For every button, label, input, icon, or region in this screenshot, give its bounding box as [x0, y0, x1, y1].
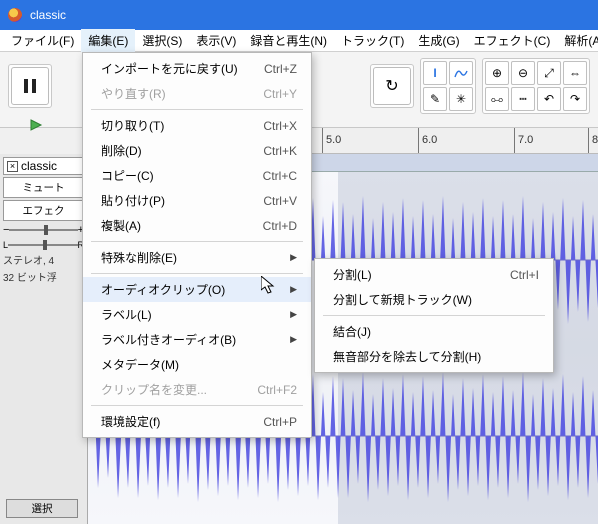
- menu-redo: やり直す(R)Ctrl+Y: [83, 81, 311, 106]
- menu-effect[interactable]: エフェクト(C): [467, 29, 558, 52]
- envelope-tool-icon[interactable]: [449, 61, 473, 85]
- menu-rename-clip: クリップ名を変更...Ctrl+F2: [83, 377, 311, 402]
- menu-file[interactable]: ファイル(F): [4, 29, 81, 52]
- zoom-out-icon[interactable]: ⊖: [511, 61, 535, 85]
- edit-menu-dropdown: インポートを元に戻す(U)Ctrl+Z やり直す(R)Ctrl+Y 切り取り(T…: [82, 52, 312, 438]
- menu-analyze[interactable]: 解析(A): [557, 29, 598, 52]
- menu-special-delete[interactable]: 特殊な削除(E)▶: [83, 245, 311, 270]
- tick-label: 7.0: [518, 134, 533, 146]
- submenu-split-new[interactable]: 分割して新規トラック(W): [315, 287, 553, 312]
- fit-project-icon[interactable]: ⇔: [563, 61, 587, 85]
- track-control-panel: × classic ミュート エフェク −+ LR ステレオ, 4 32 ビット…: [0, 154, 88, 524]
- gain-slider[interactable]: −+: [3, 224, 84, 236]
- silence-icon[interactable]: ┉: [511, 87, 535, 111]
- menu-duplicate[interactable]: 複製(A)Ctrl+D: [83, 213, 311, 238]
- close-track-icon[interactable]: ×: [7, 161, 18, 172]
- loop-group: ↻: [370, 64, 414, 108]
- menu-tracks[interactable]: トラック(T): [334, 29, 411, 52]
- menu-view[interactable]: 表示(V): [189, 29, 243, 52]
- menu-labels[interactable]: ラベル(L)▶: [83, 302, 311, 327]
- track-name: classic: [21, 159, 57, 173]
- menu-undo[interactable]: インポートを元に戻す(U)Ctrl+Z: [83, 56, 311, 81]
- fit-selection-icon[interactable]: ⤢: [537, 61, 561, 85]
- tick-label: 8.0: [592, 134, 598, 146]
- redo-icon[interactable]: ↷: [563, 87, 587, 111]
- select-button[interactable]: 選択: [6, 499, 78, 518]
- menu-generate[interactable]: 生成(G): [411, 29, 466, 52]
- title-bar: classic: [0, 0, 598, 30]
- audio-clip-submenu: 分割(L)Ctrl+I 分割して新規トラック(W) 結合(J) 無音部分を除去し…: [314, 258, 554, 373]
- menu-transport[interactable]: 録音と再生(N): [243, 29, 334, 52]
- submenu-detach-silence[interactable]: 無音部分を除去して分割(H): [315, 344, 553, 369]
- track-title-bar[interactable]: × classic: [3, 157, 84, 175]
- menu-copy[interactable]: コピー(C)Ctrl+C: [83, 163, 311, 188]
- menu-paste[interactable]: 貼り付け(P)Ctrl+V: [83, 188, 311, 213]
- track-format-line2: 32 ビット浮: [3, 272, 84, 285]
- transport-group: [8, 64, 52, 108]
- zoom-group: ⊕ ⊖ ⤢ ⇔ ⧟ ┉ ↶ ↷: [482, 58, 590, 114]
- trim-icon[interactable]: ⧟: [485, 87, 509, 111]
- menu-bar: ファイル(F) 編集(E) 選択(S) 表示(V) 録音と再生(N) トラック(…: [0, 30, 598, 52]
- mute-button[interactable]: ミュート: [3, 177, 84, 198]
- menu-select[interactable]: 選択(S): [135, 29, 189, 52]
- track-format-line1: ステレオ, 4: [3, 255, 84, 268]
- effects-button[interactable]: エフェク: [3, 200, 84, 221]
- submenu-join[interactable]: 結合(J): [315, 319, 553, 344]
- zoom-in-icon[interactable]: ⊕: [485, 61, 509, 85]
- pan-slider[interactable]: LR: [3, 239, 84, 251]
- tick-label: 6.0: [422, 134, 437, 146]
- selection-tool-icon[interactable]: I: [423, 61, 447, 85]
- multi-tool-icon[interactable]: ✳: [449, 87, 473, 111]
- draw-tool-icon[interactable]: ✎: [423, 87, 447, 111]
- pause-button[interactable]: [11, 67, 49, 105]
- menu-labeled-audio[interactable]: ラベル付きオーディオ(B)▶: [83, 327, 311, 352]
- menu-metadata[interactable]: メタデータ(M): [83, 352, 311, 377]
- loop-button[interactable]: ↻: [373, 67, 411, 105]
- menu-audio-clip[interactable]: オーディオクリップ(O)▶: [83, 277, 311, 302]
- tick-label: 5.0: [326, 134, 341, 146]
- submenu-split[interactable]: 分割(L)Ctrl+I: [315, 262, 553, 287]
- window-title: classic: [30, 8, 66, 22]
- menu-edit[interactable]: 編集(E): [81, 29, 135, 52]
- playhead-marker-icon[interactable]: [28, 118, 44, 132]
- app-logo-icon: [8, 8, 22, 22]
- tool-group: I ✎ ✳: [420, 58, 476, 114]
- menu-preferences[interactable]: 環境設定(f)Ctrl+P: [83, 409, 311, 434]
- undo-icon[interactable]: ↶: [537, 87, 561, 111]
- menu-delete[interactable]: 削除(D)Ctrl+K: [83, 138, 311, 163]
- menu-cut[interactable]: 切り取り(T)Ctrl+X: [83, 113, 311, 138]
